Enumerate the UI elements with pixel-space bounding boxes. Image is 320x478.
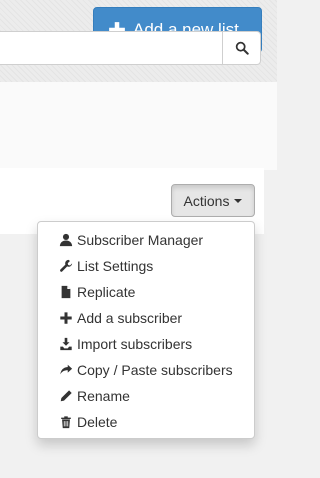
caret-down-icon xyxy=(234,198,243,203)
pencil-icon xyxy=(58,389,73,404)
menu-item-label: Subscriber Manager xyxy=(77,232,204,248)
menu-item-rename[interactable]: Rename xyxy=(38,383,254,409)
menu-item-label: Copy / Paste subscribers xyxy=(77,362,233,378)
search-button[interactable] xyxy=(222,31,261,65)
menu-item-list-settings[interactable]: List Settings xyxy=(38,253,254,279)
menu-item-label: Import subscribers xyxy=(77,336,193,352)
file-icon xyxy=(58,285,73,300)
menu-item-add-subscriber[interactable]: Add a subscriber xyxy=(38,305,254,331)
menu-item-label: List Settings xyxy=(77,258,154,274)
search-icon xyxy=(235,41,249,55)
import-icon xyxy=(58,337,73,352)
search-bar-area xyxy=(0,82,277,170)
plus-icon xyxy=(58,311,73,326)
menu-item-label: Rename xyxy=(77,388,130,404)
trash-icon xyxy=(58,415,73,430)
user-icon xyxy=(58,233,73,248)
share-icon xyxy=(58,363,73,378)
actions-label: Actions xyxy=(183,192,230,209)
menu-item-replicate[interactable]: Replicate xyxy=(38,279,254,305)
menu-item-import-subscribers[interactable]: Import subscribers xyxy=(38,331,254,357)
actions-dropdown-menu: Subscriber Manager List Settings Replica… xyxy=(37,221,255,439)
actions-button[interactable]: Actions xyxy=(171,184,255,217)
menu-item-subscriber-manager[interactable]: Subscriber Manager xyxy=(38,227,254,253)
menu-item-label: Add a subscriber xyxy=(77,310,183,326)
menu-item-delete[interactable]: Delete xyxy=(38,409,254,435)
menu-item-label: Replicate xyxy=(77,284,136,300)
wrench-icon xyxy=(58,259,73,274)
menu-item-label: Delete xyxy=(77,414,118,430)
search-input[interactable] xyxy=(0,31,223,65)
menu-item-copy-paste-subscribers[interactable]: Copy / Paste subscribers xyxy=(38,357,254,383)
